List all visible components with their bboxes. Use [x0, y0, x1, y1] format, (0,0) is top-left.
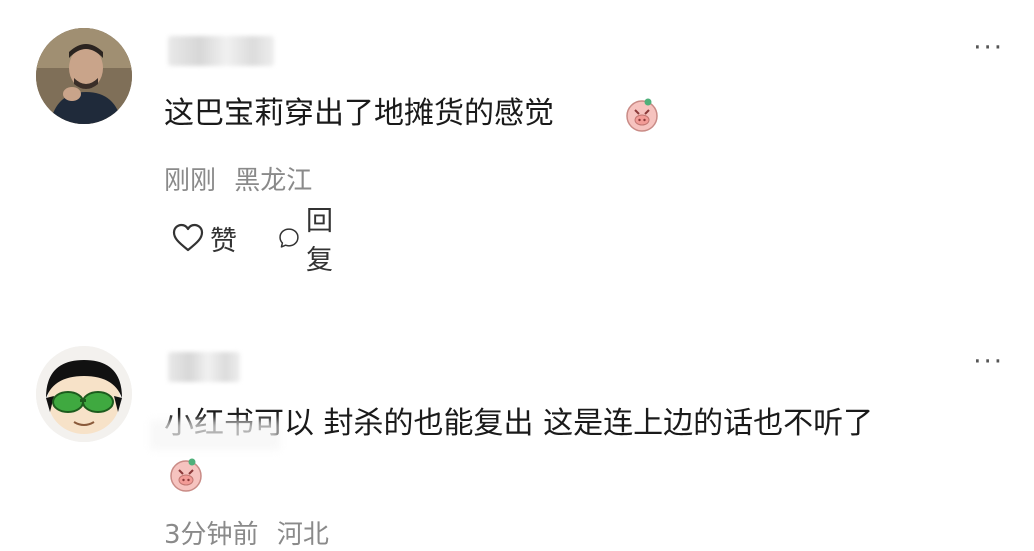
comment-location: 黑龙江	[234, 166, 313, 196]
username-blurred	[168, 352, 240, 382]
like-label: 赞	[210, 225, 237, 257]
comment-time: 3分钟前	[164, 520, 259, 550]
reply-label: 回复	[305, 206, 333, 276]
user-avatar[interactable]	[36, 346, 132, 442]
comment-meta: 3分钟前 河北	[164, 514, 329, 551]
blur-mask	[150, 420, 280, 450]
more-options-button[interactable]: ···	[973, 35, 1004, 61]
comment-time: 刚刚	[164, 166, 217, 196]
username-blurred	[168, 36, 274, 66]
like-button[interactable]: 赞	[172, 218, 237, 258]
user-avatar[interactable]	[36, 28, 132, 124]
comment-meta: 刚刚 黑龙江	[164, 160, 312, 197]
piggy-emoji-icon	[626, 98, 658, 132]
comment-text: 这巴宝莉穿出了地摊货的感觉	[164, 96, 554, 131]
comment-item: ··· 这巴宝莉穿出了地摊货的感觉 刚刚 黑龙江 赞 回复	[0, 0, 1034, 300]
avatar-photo	[36, 28, 132, 124]
avatar-cartoon	[36, 346, 132, 442]
speech-bubble-icon	[279, 228, 299, 248]
heart-icon	[172, 223, 204, 252]
comment-location: 河北	[276, 520, 329, 550]
more-options-button[interactable]: ···	[973, 349, 1004, 375]
piggy-emoji-icon	[170, 458, 202, 492]
reply-button[interactable]: 回复	[278, 206, 343, 276]
comment-item: ··· 小红书可以 封杀的也能复出 这是连上边的话也不听了 3分钟前 河北	[0, 330, 1034, 550]
